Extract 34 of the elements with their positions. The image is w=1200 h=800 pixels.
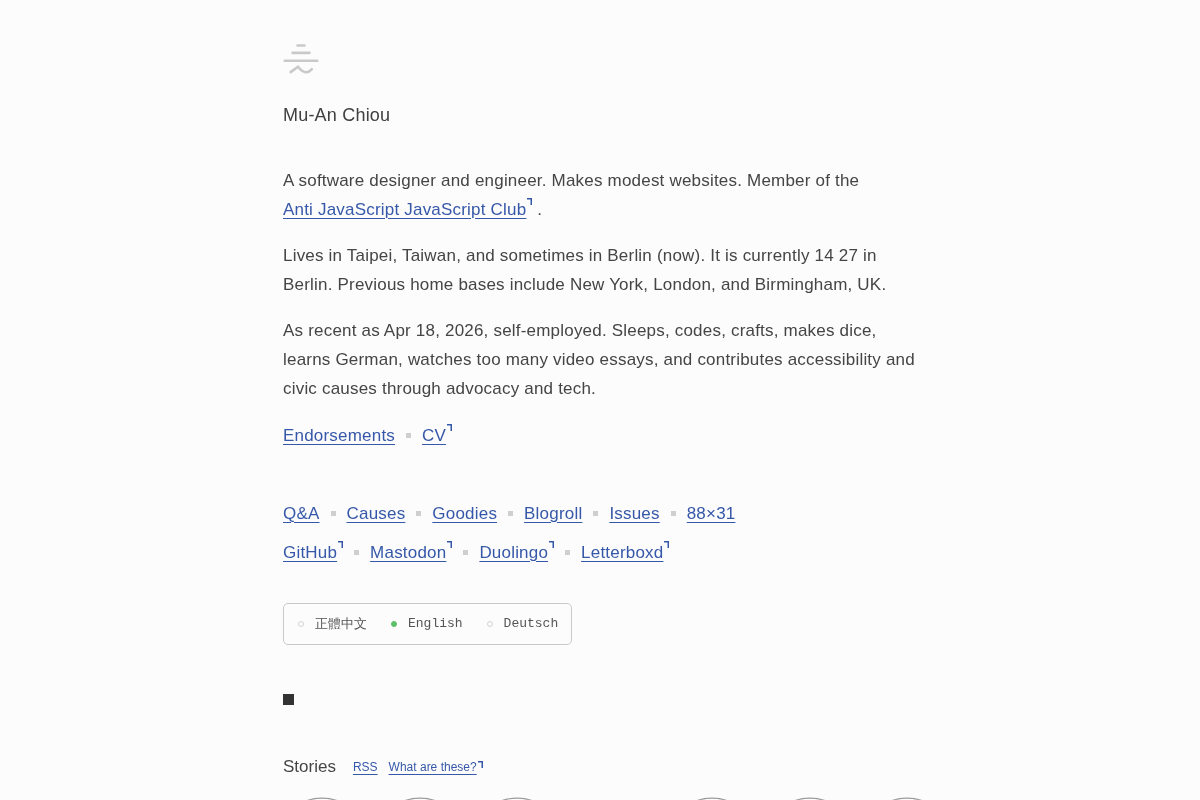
page-link[interactable]: Endorsements — [283, 420, 395, 450]
nav-link[interactable]: Causes — [346, 498, 406, 528]
section-heading: Stories — [283, 756, 336, 778]
nav-link[interactable]: Duolingo — [479, 537, 555, 567]
bio-paragraph: As recent as Apr 18, 2026, self-employed. Sleeps, codes, crafts, makes dice, learns German, watches too many video essays, and contributes accessibility and civic causes through advocacy and tech. — [283, 319, 915, 400]
small-link[interactable]: RSS — [352, 759, 378, 774]
language-option[interactable]: 正體中文 — [298, 614, 367, 633]
nav-link[interactable]: Blogroll — [524, 498, 583, 528]
nav-link[interactable]: 88×31 — [686, 498, 736, 528]
language-option[interactable]: English — [391, 616, 463, 632]
nav-link[interactable]: GitHub — [283, 537, 344, 567]
nav-link[interactable]: Q&A — [283, 498, 320, 528]
page-link[interactable]: CV — [422, 420, 453, 450]
bio-paragraph: A software designer and engineer. Makes modest websites. Member of the Anti JavaScript JavaScript Club . — [283, 165, 915, 224]
bio-paragraph: Lives in Taipei, Taiwan, and sometimes in Berlin (now). It is currently 14 27 in Berlin. Previous home bases include New York, London, and Birmingham, UK. — [283, 244, 888, 296]
inline-link[interactable]: Anti JavaScript JavaScript Club — [283, 194, 533, 224]
separator-icon — [508, 510, 514, 516]
separator-icon — [330, 510, 336, 516]
nav-link[interactable]: Goodies — [432, 498, 498, 528]
separator-icon — [593, 510, 599, 516]
separator-icon — [354, 549, 360, 555]
separator-icon — [416, 510, 422, 516]
nav-link[interactable]: Letterboxd — [581, 537, 670, 567]
separator-icon — [565, 549, 571, 555]
square-icon — [283, 694, 294, 705]
separator-icon — [670, 510, 676, 516]
separator-icon — [463, 549, 469, 555]
small-link[interactable]: What are these? — [388, 759, 483, 774]
site-name: Mu-An Chiou — [283, 103, 391, 126]
language-option[interactable]: Deutsch — [486, 616, 559, 632]
logo-icon — [283, 44, 319, 75]
nav-link[interactable]: Mastodon — [370, 537, 453, 567]
nav-link[interactable]: Issues — [609, 498, 660, 528]
separator-icon — [406, 432, 411, 438]
